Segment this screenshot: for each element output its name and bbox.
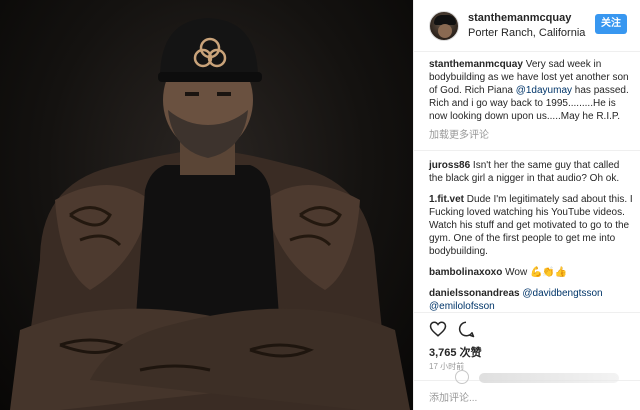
add-comment-input[interactable]: 添加评论...: [429, 389, 477, 404]
caption: stanthemanmcquay Very sad week in bodybu…: [429, 58, 635, 123]
post-actions: [429, 320, 489, 340]
load-more-comments[interactable]: 加载更多评论: [429, 129, 635, 142]
comment-item: bambolinaxoxo Wow 💪👏👍: [429, 266, 635, 279]
divider: [414, 312, 640, 313]
likes-count[interactable]: 3,765 次赞: [429, 344, 482, 360]
watermark: [451, 366, 626, 388]
watermark-icon: [455, 370, 469, 384]
watermark-bar: [479, 373, 619, 383]
comment-text: Wow 💪👏👍: [502, 267, 568, 278]
divider: [414, 150, 640, 151]
comment-username[interactable]: danielssonandreas: [429, 288, 520, 299]
post-photo[interactable]: [0, 0, 413, 410]
location-link[interactable]: Porter Ranch, California: [468, 27, 585, 39]
caption-username[interactable]: stanthemanmcquay: [429, 59, 523, 70]
comment-username[interactable]: juross86: [429, 160, 470, 171]
comment-mention[interactable]: @davidbengtsson: [522, 288, 602, 299]
comment-username[interactable]: bambolinaxoxo: [429, 267, 502, 278]
header-username[interactable]: stanthemanmcquay: [468, 12, 571, 24]
bodybuilder-photo: [10, 18, 410, 410]
post-header: stanthemanmcquay Porter Ranch, Californi…: [414, 0, 640, 52]
comment-icon[interactable]: [457, 320, 475, 338]
comment-item: 1.fit.vet Dude I'm legitimately sad abou…: [429, 193, 635, 258]
comment-list: stanthemanmcquay Very sad week in bodybu…: [414, 58, 640, 321]
comment-item: danielssonandreas @davidbengtsson @emilo…: [429, 287, 635, 313]
comment-mention[interactable]: @emilolofsson: [429, 301, 495, 312]
comment-username[interactable]: 1.fit.vet: [429, 194, 464, 205]
caption-mention[interactable]: @1dayumay: [516, 85, 572, 96]
avatar[interactable]: [429, 11, 459, 41]
heart-icon[interactable]: [429, 320, 447, 338]
post-side-panel: stanthemanmcquay Porter Ranch, Californi…: [413, 0, 640, 410]
follow-button[interactable]: 关注: [595, 14, 627, 34]
comment-item: juross86 Isn't her the same guy that cal…: [429, 159, 635, 185]
